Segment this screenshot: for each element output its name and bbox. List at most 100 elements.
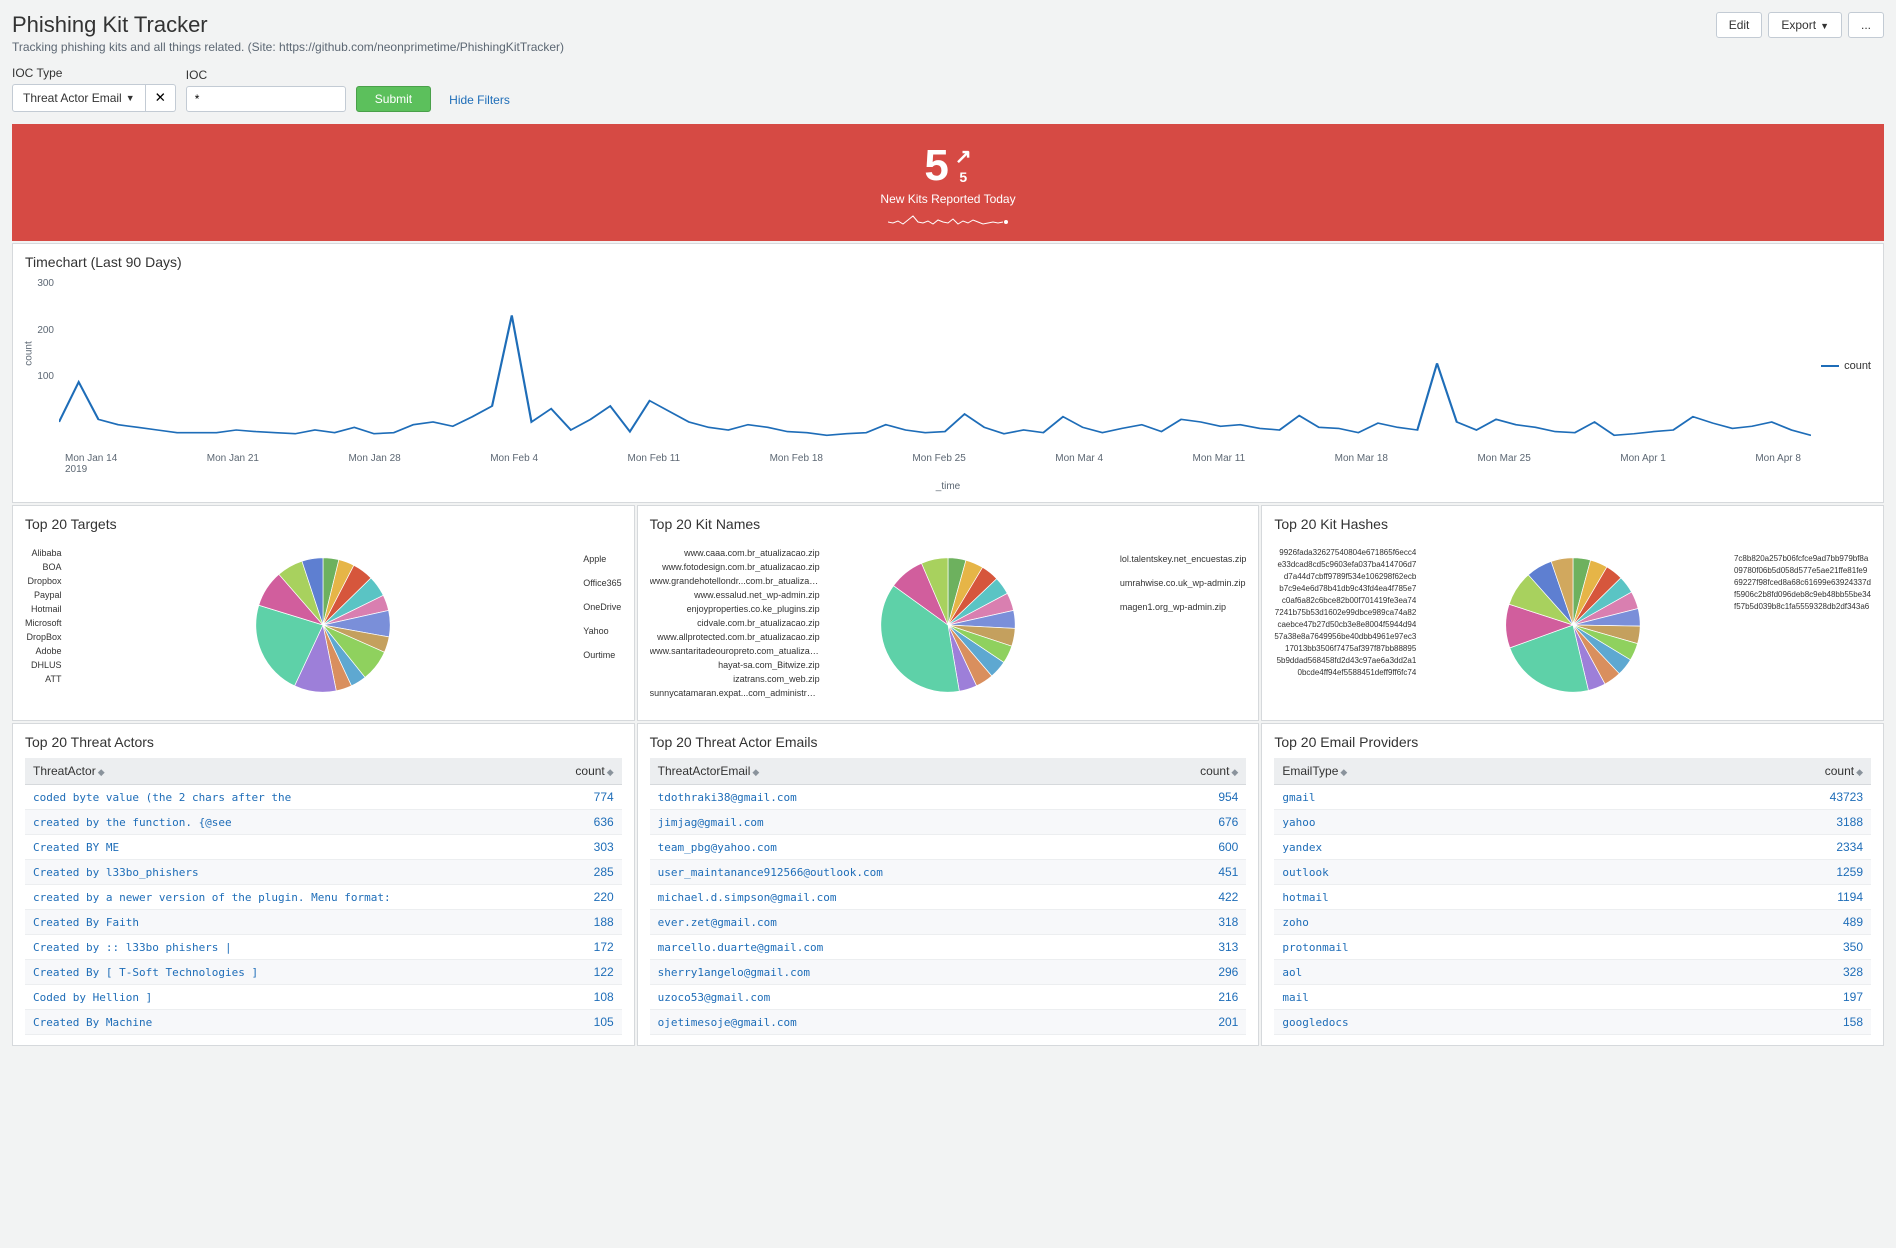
cell-link[interactable]: Coded by Hellion ] [33,991,152,1004]
cell-link[interactable]: user_maintanance912566@outlook.com [658,866,883,879]
pie-label[interactable]: enjoyproperties.co.ke_plugins.zip [650,604,820,614]
cell-link[interactable]: protonmail [1282,941,1348,954]
count-link[interactable]: 105 [594,1015,614,1029]
cell-link[interactable]: Created By Faith [33,916,139,929]
cell-link[interactable]: ojetimesoje@gmail.com [658,1016,797,1029]
pie-label[interactable]: Alibaba [25,548,62,558]
pie-label[interactable]: Yahoo [583,626,621,636]
count-link[interactable]: 1194 [1837,890,1863,904]
count-link[interactable]: 328 [1843,965,1863,979]
cell-link[interactable]: outlook [1282,866,1328,879]
count-link[interactable]: 1259 [1836,865,1863,879]
cell-link[interactable]: zoho [1282,916,1309,929]
count-link[interactable]: 43723 [1830,790,1863,804]
clear-ioc-type-button[interactable]: ✕ [146,84,176,112]
count-link[interactable]: 774 [594,790,614,804]
cell-link[interactable]: yandex [1282,841,1322,854]
count-link[interactable]: 636 [594,815,614,829]
cell-link[interactable]: mail [1282,991,1309,1004]
cell-link[interactable]: tdothraki38@gmail.com [658,791,797,804]
count-link[interactable]: 318 [1218,915,1238,929]
pie-label[interactable]: izatrans.com_web.zip [650,674,820,684]
cell-link[interactable]: ever.zet@gmail.com [658,916,777,929]
pie-chart[interactable] [878,555,1018,695]
count-link[interactable]: 600 [1218,840,1238,854]
pie-label[interactable]: www.santaritadeouropreto.com_atualizacao… [650,646,820,656]
cell-link[interactable]: Created BY ME [33,841,119,854]
cell-link[interactable]: created by the function. {@see [33,816,232,829]
count-link[interactable]: 108 [594,990,614,1004]
count-link[interactable]: 122 [594,965,614,979]
pie-label[interactable]: BOA [25,562,62,572]
more-button[interactable]: ... [1848,12,1884,38]
pie-label[interactable]: 7241b75b53d1602e99dbce989ca74a82 [1274,608,1416,617]
hide-filters-link[interactable]: Hide Filters [441,88,518,112]
pie-chart[interactable] [253,555,393,695]
pie-label[interactable]: www.essalud.net_wp-admin.zip [650,590,820,600]
pie-label[interactable]: Microsoft [25,618,62,628]
count-link[interactable]: 2334 [1836,840,1863,854]
pie-label[interactable]: umrahwise.co.uk_wp-admin.zip [1120,578,1246,588]
cell-link[interactable]: sherry1angelo@gmail.com [658,966,810,979]
cell-link[interactable]: coded byte value (the 2 chars after the [33,791,291,804]
count-link[interactable]: 313 [1218,940,1238,954]
ioc-type-dropdown[interactable]: Threat Actor Email ▼ [12,84,146,112]
cell-link[interactable]: Created by l33bo_phishers [33,866,199,879]
cell-link[interactable]: Created by :: l33bo phishers | [33,941,232,954]
column-header[interactable]: count◆ [1801,758,1871,785]
count-link[interactable]: 451 [1218,865,1238,879]
column-header[interactable]: count◆ [1176,758,1246,785]
pie-label[interactable]: 7c8b820a257b06fcfce9ad7bb979bf8a [1734,554,1871,563]
export-button[interactable]: Export▼ [1768,12,1842,38]
count-link[interactable]: 216 [1218,990,1238,1004]
count-link[interactable]: 489 [1843,915,1863,929]
pie-label[interactable]: cidvale.com.br_atualizacao.zip [650,618,820,628]
count-link[interactable]: 676 [1218,815,1238,829]
pie-label[interactable]: 09780f06b5d058d577e5ae21ffe81fe9 [1734,566,1871,575]
pie-label[interactable]: d7a44d7cbff9789f534e106298f62ecb [1274,572,1416,581]
count-link[interactable]: 220 [594,890,614,904]
cell-link[interactable]: marcello.duarte@gmail.com [658,941,824,954]
pie-label[interactable]: magen1.org_wp-admin.zip [1120,602,1246,612]
legend[interactable]: count [1821,360,1871,372]
pie-label[interactable]: DHLUS [25,660,62,670]
pie-label[interactable]: c0af6a82c6bce82b00f701419fe3ea74 [1274,596,1416,605]
cell-link[interactable]: team_pbg@yahoo.com [658,841,777,854]
cell-link[interactable]: created by a newer version of the plugin… [33,891,391,904]
pie-label[interactable]: lol.talentskey.net_encuestas.zip [1120,554,1246,564]
count-link[interactable]: 296 [1218,965,1238,979]
cell-link[interactable]: Created By [ T-Soft Technologies ] [33,966,258,979]
pie-label[interactable]: sunnycatamaran.expat...com_administrator… [650,688,820,698]
ioc-input[interactable] [186,86,346,112]
pie-chart[interactable] [1503,555,1643,695]
pie-label[interactable]: 69227f98fced8a68c61699e63924337d [1734,578,1871,587]
edit-button[interactable]: Edit [1716,12,1763,38]
count-link[interactable]: 285 [594,865,614,879]
count-link[interactable]: 422 [1218,890,1238,904]
line-chart[interactable] [59,278,1811,438]
pie-label[interactable]: Adobe [25,646,62,656]
pie-label[interactable]: 57a38e8a7649956be40dbb4961e97ec3 [1274,632,1416,641]
pie-label[interactable]: hayat-sa.com_Bitwize.zip [650,660,820,670]
count-link[interactable]: 197 [1843,990,1863,1004]
column-header[interactable]: EmailType◆ [1274,758,1801,785]
cell-link[interactable]: jimjag@gmail.com [658,816,764,829]
submit-button[interactable]: Submit [356,86,431,112]
pie-label[interactable]: www.fotodesign.com.br_atualizacao.zip [650,562,820,572]
pie-label[interactable]: Dropbox [25,576,62,586]
pie-label[interactable]: Paypal [25,590,62,600]
pie-label[interactable]: OneDrive [583,602,621,612]
column-header[interactable]: ThreatActor◆ [25,758,552,785]
column-header[interactable]: ThreatActorEmail◆ [650,758,1177,785]
pie-label[interactable]: www.allprotected.com.br_atualizacao.zip [650,632,820,642]
pie-label[interactable]: 9926fada32627540804e671865f6ecc4 [1274,548,1416,557]
pie-label[interactable]: DropBox [25,632,62,642]
column-header[interactable]: count◆ [552,758,622,785]
count-link[interactable]: 188 [594,915,614,929]
cell-link[interactable]: yahoo [1282,816,1315,829]
pie-label[interactable]: f5906c2b8fd096deb8c9eb48bb55be34 [1734,590,1871,599]
count-link[interactable]: 303 [594,840,614,854]
cell-link[interactable]: uzoco53@gmail.com [658,991,771,1004]
cell-link[interactable]: Created By Machine [33,1016,152,1029]
pie-label[interactable]: www.grandehotellondr...com.br_atualizaca… [650,576,820,586]
